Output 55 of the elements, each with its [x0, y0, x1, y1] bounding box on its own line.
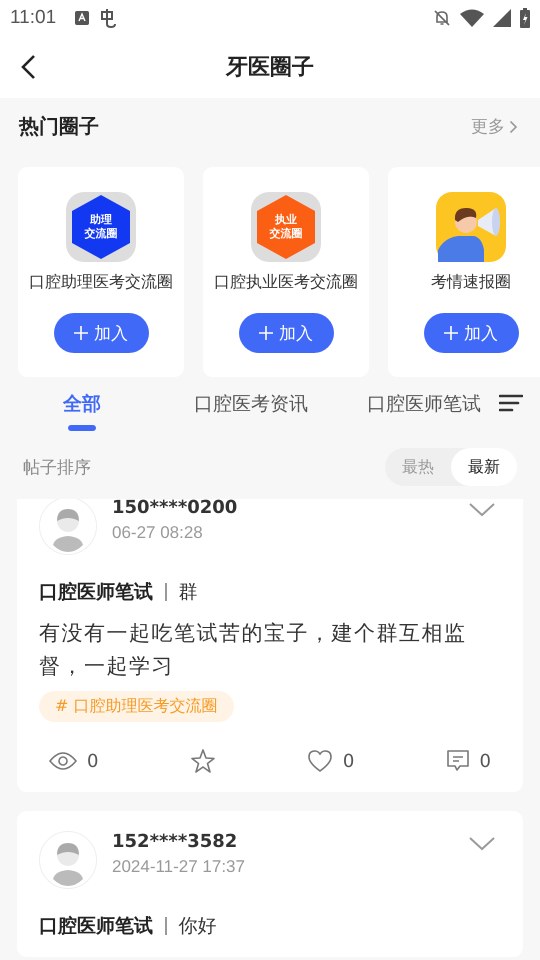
post-time: 2024-11-27 17:37 [112, 857, 245, 877]
chevron-down-icon[interactable] [469, 837, 495, 851]
join-button[interactable]: 加入 [238, 313, 334, 353]
megaphone-person-icon [436, 192, 506, 262]
wifi-icon [460, 9, 484, 27]
comment-count: 0 [480, 750, 491, 772]
post-category: 口腔医师笔试 [39, 580, 153, 605]
page-title: 牙医圈子 [226, 54, 314, 82]
comment-icon[interactable] [446, 749, 470, 773]
chevron-down-icon[interactable] [469, 503, 495, 517]
logo-text: 执业 [275, 213, 297, 227]
post-title: 群 [178, 580, 198, 605]
category-tab[interactable]: 口腔医师笔试 [367, 391, 481, 417]
category-tab[interactable]: 口腔医考资讯 [194, 391, 308, 417]
bell-off-icon [433, 9, 451, 27]
logo-text: 助理 [90, 213, 112, 227]
avatar-icon [39, 831, 97, 889]
tab-indicator [68, 425, 96, 431]
join-button[interactable]: 加入 [54, 313, 148, 353]
circle-name: 口腔助理医考交流圈 [29, 272, 173, 293]
eye-icon[interactable] [49, 751, 77, 771]
post-category: 口腔医师笔试 [39, 914, 153, 939]
logo-text: 交流圈 [84, 227, 118, 241]
battery-icon [520, 8, 530, 28]
chevron-right-icon [509, 120, 518, 134]
circle-card[interactable]: 助理 交流圈 口腔助理医考交流圈 加入 [18, 167, 184, 377]
section-title: 热门圈子 [19, 113, 99, 140]
plus-icon [444, 326, 458, 340]
post-body: 有没有一起吃笔试苦的宝子，建个群互相监督，一起学习 [39, 620, 468, 680]
user-name: 150****0200 [112, 499, 238, 518]
status-time: 11:01 [10, 7, 56, 29]
like-count: 0 [342, 750, 354, 772]
circle-name: 口腔执业医考交流圈 [214, 272, 358, 293]
post-time: 06-27 08:28 [112, 523, 204, 543]
plus-icon [74, 326, 88, 340]
user-name: 152****3582 [112, 831, 238, 852]
join-button[interactable]: 加入 [424, 313, 518, 353]
sort-option[interactable]: 最热 [385, 448, 451, 486]
keyboard-icon [75, 11, 90, 25]
plus-icon [259, 326, 273, 340]
circle-card[interactable]: 执业 交流圈 口腔执业医考交流圈 加入 [203, 167, 369, 377]
logo-text: 交流圈 [270, 227, 302, 241]
signal-icon [493, 9, 511, 27]
post-title: 你好 [178, 914, 216, 939]
back-icon[interactable] [20, 54, 36, 80]
circle-name: 考情速报圈 [431, 272, 511, 293]
heart-icon[interactable] [306, 749, 333, 773]
category-tab[interactable]: 全部 [63, 391, 101, 417]
sort-label: 帖子排序 [23, 456, 91, 478]
more-link[interactable]: 更多 [471, 115, 518, 138]
circle-card[interactable]: 考情速报圈 加入 [388, 167, 540, 377]
view-count: 0 [87, 750, 98, 772]
menu-icon[interactable] [499, 393, 523, 413]
sort-option[interactable]: 最新 [451, 448, 517, 486]
star-icon[interactable] [190, 748, 216, 774]
